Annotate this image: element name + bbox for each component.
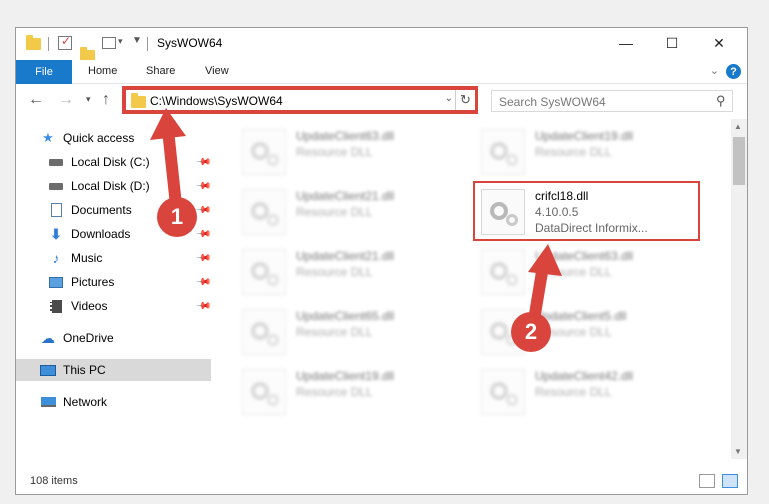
- step-badge-2: 2: [511, 312, 551, 352]
- step-badge-1: 1: [157, 197, 197, 237]
- annotation-arrows: [150, 108, 562, 332]
